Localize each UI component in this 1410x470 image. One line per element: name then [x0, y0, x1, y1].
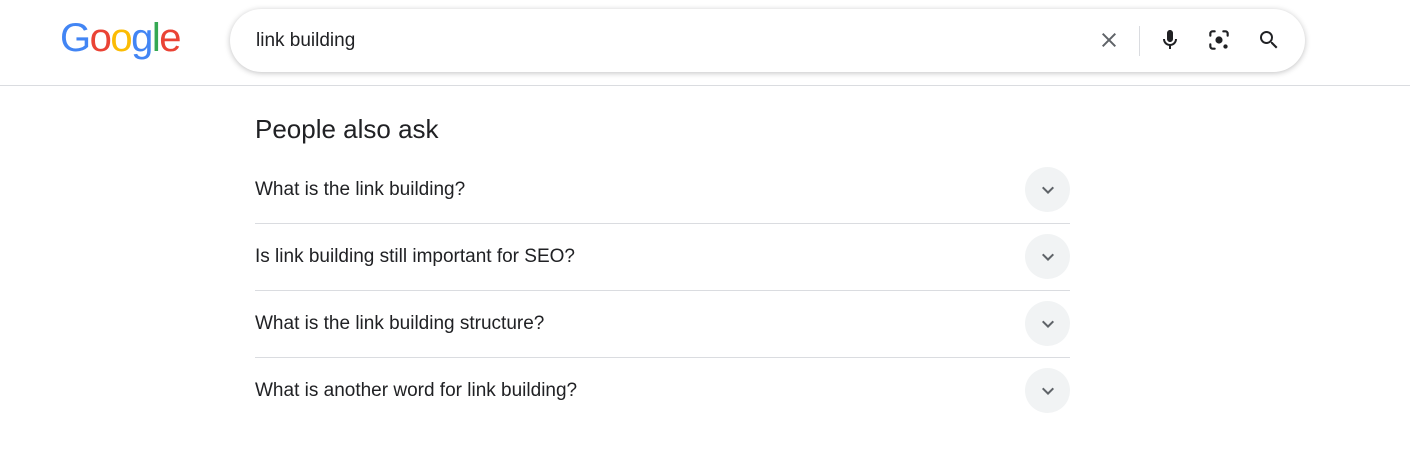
logo-letter: G	[60, 16, 91, 60]
paa-heading: People also ask	[255, 114, 439, 144]
expand-button[interactable]	[1025, 368, 1070, 413]
logo-letter: g	[131, 16, 153, 60]
paa-question[interactable]: What is another word for link building?	[255, 358, 1070, 424]
logo-letter: o	[110, 16, 132, 60]
expand-button[interactable]	[1025, 301, 1070, 346]
search-input[interactable]	[256, 9, 1076, 72]
paa-question-text: Is link building still important for SEO…	[255, 246, 575, 267]
google-logo[interactable]: G o o g l e	[60, 16, 181, 60]
paa-question-text: What is the link building?	[255, 179, 466, 200]
logo-letter: o	[89, 16, 112, 60]
chevron-down-icon	[1041, 387, 1054, 395]
chevron-down-icon	[1041, 186, 1054, 194]
search-header: G o o g l e	[0, 0, 1410, 86]
camera-lens-icon	[1209, 30, 1229, 50]
chevron-down-icon	[1041, 320, 1054, 328]
people-also-ask: People also ask What is the link buildin…	[255, 100, 1070, 424]
logo-letter: e	[159, 16, 181, 60]
close-icon	[1102, 33, 1116, 47]
paa-question-text: What is another word for link building?	[255, 380, 578, 401]
search-icon	[1260, 31, 1278, 49]
expand-button[interactable]	[1025, 167, 1070, 212]
search-box	[230, 9, 1305, 72]
chevron-down-icon	[1041, 253, 1054, 261]
paa-question[interactable]: What is the link building structure?	[255, 291, 1070, 358]
clear-search-button[interactable]	[1093, 24, 1125, 56]
paa-question-text: What is the link building structure?	[255, 313, 545, 334]
microphone-icon	[1163, 30, 1177, 49]
image-search-button[interactable]	[1203, 24, 1235, 56]
search-divider	[1139, 26, 1140, 56]
voice-search-button[interactable]	[1154, 24, 1186, 56]
paa-question[interactable]: What is the link building?	[255, 157, 1070, 224]
search-submit-button[interactable]	[1253, 24, 1285, 56]
expand-button[interactable]	[1025, 234, 1070, 279]
paa-question[interactable]: Is link building still important for SEO…	[255, 224, 1070, 291]
logo-letter: l	[151, 16, 161, 60]
